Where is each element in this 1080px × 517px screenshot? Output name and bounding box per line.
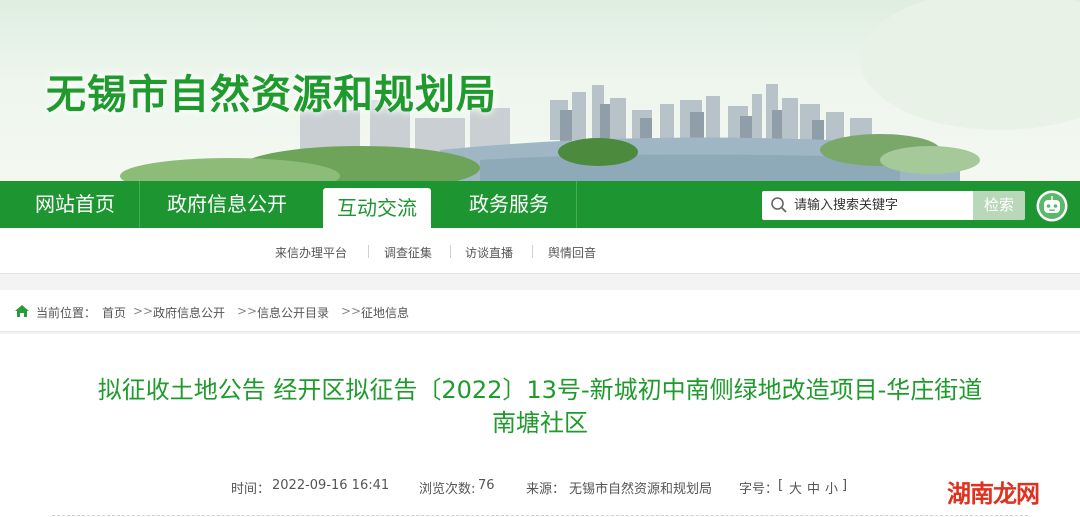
font-size-large[interactable]: 大	[789, 478, 802, 497]
breadcrumb: 当前位置： 首页 >> 政府信息公开 >> 信息公开目录 >> 征地信息	[0, 290, 1080, 332]
breadcrumb-item-gov-info[interactable]: 政府信息公开	[153, 304, 225, 321]
header-banner: 无锡市自然资源和规划局	[0, 0, 1080, 181]
article-title-line: 拟征收土地公告 经开区拟征告〔2022〕13号-新城初中南侧绿地改造项目-华庄街…	[97, 376, 983, 404]
breadcrumb-separator: >>	[341, 304, 362, 318]
nav-divider	[576, 181, 577, 228]
subnav-item-interview[interactable]: 访谈直播	[465, 244, 513, 261]
search-button[interactable]: 检索	[973, 191, 1025, 220]
subnav-item-letters[interactable]: 来信办理平台	[275, 244, 347, 261]
breadcrumb-separator: >>	[133, 304, 154, 318]
subnav-divider	[532, 245, 533, 258]
article-title: 拟征收土地公告 经开区拟征告〔2022〕13号-新城初中南侧绿地改造项目-华庄街…	[40, 374, 1040, 440]
font-size-small[interactable]: 小	[825, 478, 838, 497]
article-title-line: 南塘社区	[492, 409, 588, 437]
font-bracket-open: [	[778, 478, 784, 493]
font-bracket-close: ]	[842, 478, 848, 493]
nav-item-services[interactable]: 政务服务	[450, 181, 568, 228]
font-size-medium[interactable]: 中	[807, 478, 820, 497]
nav-item-gov-info[interactable]: 政府信息公开	[145, 181, 309, 228]
meta-views: 76	[478, 478, 495, 493]
meta-font-label: 字号：	[739, 482, 779, 497]
divider	[52, 515, 1028, 516]
meta-time-label: 时间：	[231, 482, 271, 497]
subnav-divider	[368, 245, 369, 258]
site-title: 无锡市自然资源和规划局	[46, 72, 497, 118]
meta-views-label: 浏览次数:	[419, 482, 476, 497]
breadcrumb-separator: >>	[237, 304, 258, 318]
watermark: 湖南龙网	[947, 480, 1040, 508]
breadcrumb-item-home[interactable]: 首页	[102, 304, 126, 321]
breadcrumb-prefix: 当前位置：	[36, 306, 97, 320]
search-input[interactable]	[794, 195, 970, 216]
article-content: 拟征收土地公告 经开区拟征告〔2022〕13号-新城初中南侧绿地改造项目-华庄街…	[0, 334, 1080, 517]
search-box	[762, 191, 974, 220]
breadcrumb-item-land[interactable]: 征地信息	[361, 304, 409, 321]
meta-time: 2022-09-16 16:41	[272, 478, 390, 493]
meta-source: 无锡市自然资源和规划局	[569, 482, 713, 497]
subnav-item-opinion[interactable]: 舆情回音	[548, 244, 596, 261]
robot-assistant-icon[interactable]	[1036, 190, 1068, 222]
nav-item-home[interactable]: 网站首页	[15, 181, 135, 228]
breadcrumb-item-catalog[interactable]: 信息公开目录	[257, 304, 329, 321]
subnav-item-survey[interactable]: 调查征集	[384, 244, 432, 261]
meta-source-label: 来源：	[526, 482, 566, 497]
home-icon	[15, 305, 29, 317]
nav-divider	[139, 181, 140, 228]
sub-nav: 来信办理平台 调查征集 访谈直播 舆情回音	[0, 228, 1080, 274]
nav-item-interaction[interactable]: 互动交流	[323, 188, 431, 228]
search-icon	[771, 197, 787, 213]
subnav-divider	[450, 245, 451, 258]
